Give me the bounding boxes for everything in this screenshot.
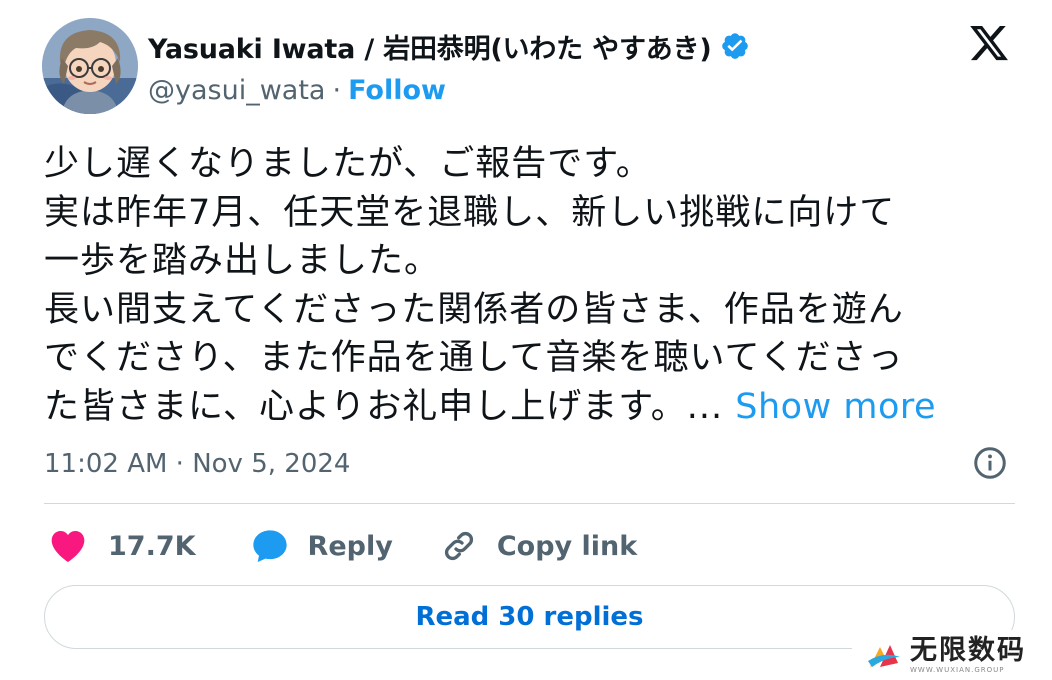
copy-link-button[interactable]: Copy link — [439, 526, 637, 566]
author-handle[interactable]: @yasui_wata — [148, 75, 325, 106]
follow-button[interactable]: Follow — [348, 75, 446, 106]
watermark-text: 无限数码 WWW.WUXIAN.GROUP — [910, 635, 1026, 675]
divider — [44, 503, 1015, 504]
like-button[interactable]: 17.7K — [44, 526, 196, 566]
x-logo-icon[interactable] — [966, 22, 1012, 64]
avatar-illustration — [42, 18, 138, 114]
watermark-logo-icon — [868, 645, 900, 667]
tweet-timestamp[interactable]: 11:02 AM · Nov 5, 2024 — [44, 444, 350, 484]
watermark: 无限数码 WWW.WUXIAN.GROUP — [852, 630, 1052, 680]
tweet-text-line: 実は昨年7月、任天堂を退職し、新しい挑戦に向けて — [44, 192, 896, 233]
separator-dot: · — [332, 74, 342, 106]
tweet-embed-card: Yasuaki Iwata / 岩田恭明(いわた やすあき) @yasui_wa… — [0, 0, 1052, 680]
tweet-text-line: 少し遅くなりましたが、ご報告です。 — [44, 144, 652, 184]
watermark-subtitle: WWW.WUXIAN.GROUP — [910, 666, 1005, 674]
like-count: 17.7K — [108, 530, 196, 562]
speech-bubble-icon — [252, 530, 287, 562]
verified-badge-icon — [721, 33, 748, 59]
author-handle-row: @yasui_wata · Follow — [148, 72, 446, 108]
reply-button[interactable]: Reply — [250, 526, 393, 566]
link-icon — [444, 531, 473, 561]
copy-link-label: Copy link — [496, 530, 638, 562]
watermark-title: 无限数码 — [910, 635, 1026, 666]
avatar[interactable] — [42, 18, 138, 114]
tweet-text-line: でくださり、また作品を通して音楽を聴いてくださっ — [44, 338, 904, 379]
heart-icon — [51, 531, 85, 562]
reply-label: Reply — [307, 530, 393, 562]
tweet-text-line: 長い間支えてくださった関係者の皆さま、作品を遊ん — [44, 289, 904, 330]
tweet-text-last-line: た皆さまに、心よりお礼申し上げます。... Show more — [44, 383, 1019, 432]
author-name-row: Yasuaki Iwata / 岩田恭明(いわた やすあき) — [148, 26, 750, 66]
tweet-text-line: た皆さまに、心よりお礼申し上げます。... — [44, 386, 724, 427]
tweet-text: 少し遅くなりましたが、ご報告です。 実は昨年7月、任天堂を退職し、新しい挑戦に向… — [44, 140, 1019, 432]
tweet-text-line: 一歩を踏み出しました。 — [44, 241, 441, 282]
info-icon[interactable] — [972, 445, 1008, 481]
action-bar: 17.7K Reply Copy link — [44, 522, 637, 570]
author-display-name[interactable]: Yasuaki Iwata / 岩田恭明(いわた やすあき) — [148, 27, 712, 66]
show-more-link[interactable]: Show more — [735, 387, 936, 427]
